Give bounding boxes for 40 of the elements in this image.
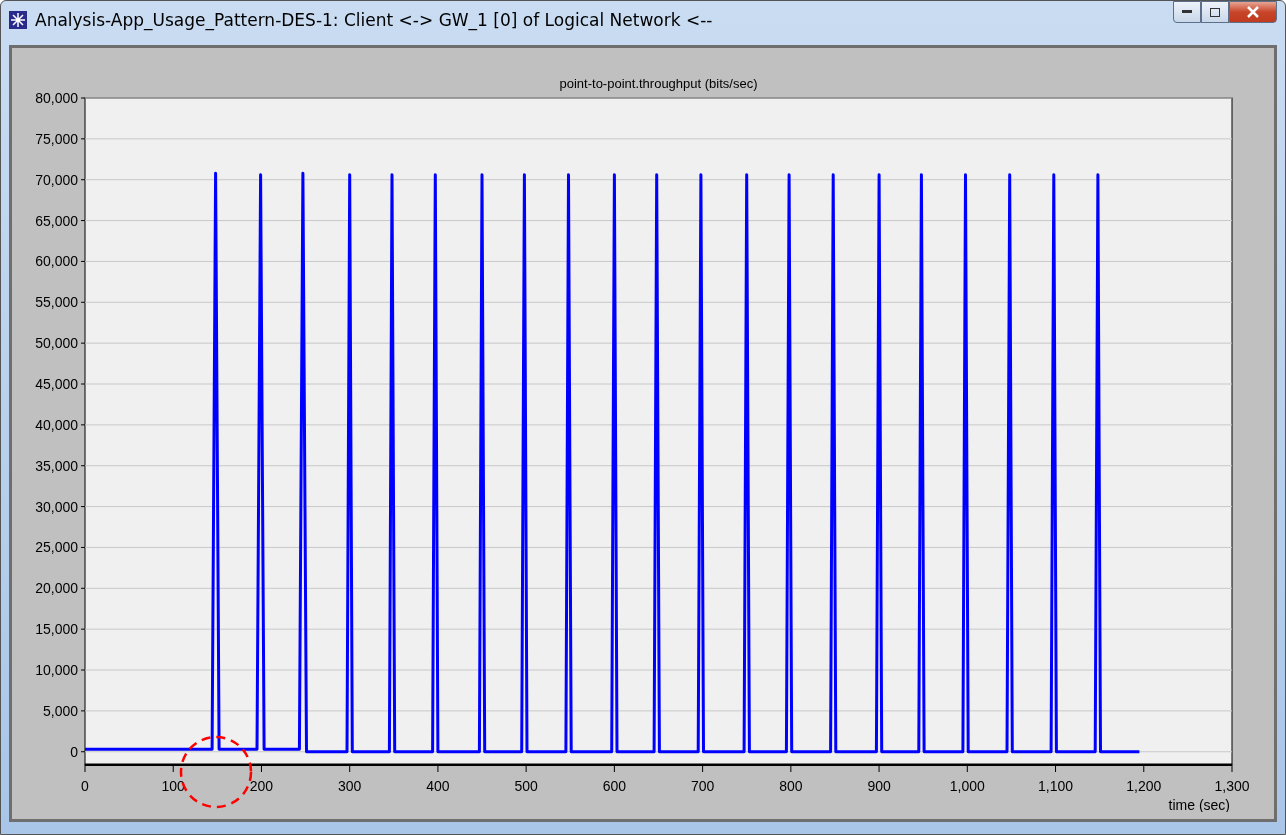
x-tick-label: 300 <box>338 778 362 794</box>
y-tick-label: 45,000 <box>35 376 78 392</box>
x-tick-label: 1,100 <box>1038 778 1074 794</box>
y-tick-label: 80,000 <box>35 90 78 106</box>
y-tick-label: 75,000 <box>35 130 78 147</box>
y-tick-label: 15,000 <box>35 621 78 638</box>
x-tick-label: 200 <box>249 778 274 794</box>
maximize-icon <box>1210 7 1220 17</box>
x-tick-label: 1,000 <box>949 778 985 794</box>
x-tick-label: 900 <box>867 778 891 794</box>
y-tick-label: 35,000 <box>35 457 78 474</box>
close-button[interactable] <box>1229 1 1277 23</box>
minimize-button[interactable] <box>1173 1 1201 23</box>
y-tick-label: 30,000 <box>35 498 78 515</box>
y-tick-label: 60,000 <box>35 253 78 270</box>
y-tick-label: 65,000 <box>35 212 78 229</box>
y-tick-label: 25,000 <box>35 539 78 556</box>
x-tick-label: 1,300 <box>1214 778 1250 794</box>
x-tick-label: 700 <box>690 778 715 794</box>
y-tick-label: 10,000 <box>35 662 78 678</box>
x-tick-label: 400 <box>426 778 450 794</box>
x-tick-label: 1,200 <box>1126 778 1162 794</box>
x-axis-label: time (sec) <box>1168 797 1230 812</box>
chart-title: point-to-point.throughput (bits/sec) <box>559 76 758 91</box>
y-tick-label: 0 <box>70 743 78 760</box>
y-tick-label: 5,000 <box>42 702 78 719</box>
star-icon <box>9 11 27 29</box>
close-icon <box>1247 6 1259 18</box>
maximize-button[interactable] <box>1201 1 1229 23</box>
window-title: Analysis-App_Usage_Pattern-DES-1: Client <-> GW_1 [0] of Logical Network <-- <box>35 10 714 30</box>
minimize-icon <box>1182 10 1192 14</box>
x-tick-label: 500 <box>514 778 538 794</box>
x-tick-label: 600 <box>602 778 627 794</box>
y-tick-label: 70,000 <box>35 171 78 188</box>
y-tick-label: 55,000 <box>35 294 78 311</box>
x-tick-label: 0 <box>81 778 89 794</box>
y-tick-label: 20,000 <box>35 580 78 597</box>
y-tick-label: 40,000 <box>35 416 78 433</box>
y-tick-label: 50,000 <box>35 335 78 352</box>
x-tick-label: 800 <box>779 778 803 794</box>
